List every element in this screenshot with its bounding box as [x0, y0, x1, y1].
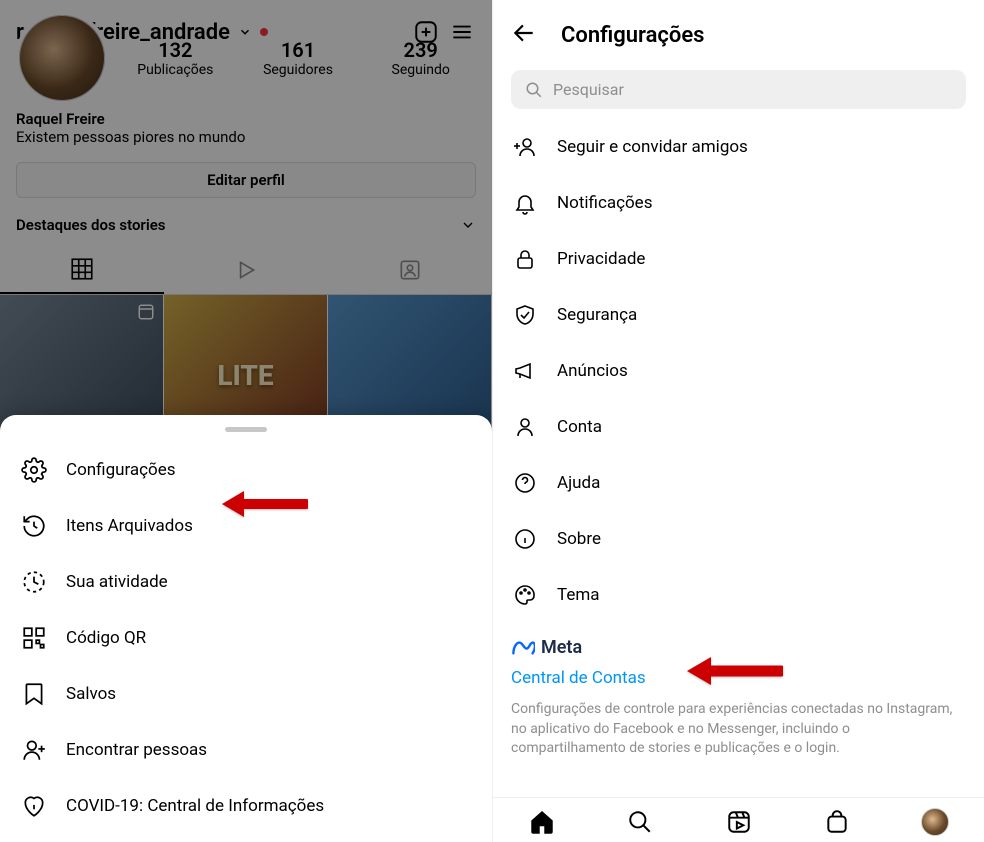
settings-item-seguir[interactable]: Seguir e convidar amigos [493, 119, 984, 175]
meta-section: Meta Central de Contas Configurações de … [493, 623, 984, 775]
sheet-item-label: Configurações [66, 460, 176, 480]
settings-item-label: Tema [557, 585, 600, 605]
bottom-navigation [493, 797, 984, 842]
settings-item-conta[interactable]: Conta [493, 399, 984, 455]
settings-item-seg[interactable]: Segurança [493, 287, 984, 343]
sheet-item-salvos[interactable]: Salvos [0, 666, 492, 722]
sheet-item-label: Salvos [66, 684, 116, 704]
settings-item-anuncios[interactable]: Anúncios [493, 343, 984, 399]
settings-item-label: Sobre [557, 529, 601, 549]
qr-icon [20, 624, 48, 652]
find-people-icon [20, 736, 48, 764]
sheet-item-covid[interactable]: COVID-19: Central de Informações [0, 778, 492, 834]
sheet-item-label: Sua atividade [66, 572, 168, 592]
activity-clock-icon [20, 568, 48, 596]
back-button[interactable] [511, 20, 537, 50]
settings-item-tema[interactable]: Tema [493, 567, 984, 623]
meta-logo: Meta [511, 637, 966, 658]
gear-icon [20, 456, 48, 484]
nav-search[interactable] [591, 808, 689, 836]
instagram-profile-screen: raquel_freire_andrade 132 Publicações 16… [0, 0, 492, 842]
person-icon [511, 413, 539, 441]
sheet-grabber[interactable] [225, 427, 267, 432]
info-heart-icon [20, 792, 48, 820]
settings-item-label: Segurança [557, 305, 637, 325]
add-person-icon [511, 133, 539, 161]
lock-icon [511, 245, 539, 273]
settings-item-ajuda[interactable]: Ajuda [493, 455, 984, 511]
settings-item-label: Seguir e convidar amigos [557, 137, 748, 157]
archive-clock-icon [20, 512, 48, 540]
nav-profile[interactable] [886, 808, 984, 836]
nav-shop[interactable] [788, 808, 886, 836]
instagram-settings-screen: Configurações Pesquisar Seguir e convida… [492, 0, 984, 842]
nav-home[interactable] [493, 808, 591, 836]
shield-icon [511, 301, 539, 329]
sheet-item-label: Encontrar pessoas [66, 740, 207, 760]
meta-description: Configurações de controle para experiênc… [511, 694, 966, 767]
sheet-item-configuracoes[interactable]: Configurações [0, 442, 492, 498]
sheet-item-codigo-qr[interactable]: Código QR [0, 610, 492, 666]
megaphone-icon [511, 357, 539, 385]
sheet-item-pessoas[interactable]: Encontrar pessoas [0, 722, 492, 778]
palette-icon [511, 581, 539, 609]
sheet-item-label: Itens Arquivados [66, 516, 193, 536]
bell-icon [511, 189, 539, 217]
settings-item-label: Ajuda [557, 473, 600, 493]
search-icon [525, 81, 543, 99]
settings-item-priv[interactable]: Privacidade [493, 231, 984, 287]
info-icon [511, 525, 539, 553]
central-de-contas-link[interactable]: Central de Contas [511, 658, 966, 694]
search-input[interactable]: Pesquisar [511, 70, 966, 109]
settings-header: Configurações [493, 0, 984, 64]
sheet-item-arquivados[interactable]: Itens Arquivados [0, 498, 492, 554]
nav-reels[interactable] [689, 808, 787, 836]
settings-item-label: Notificações [557, 193, 652, 213]
sheet-item-label: Código QR [66, 628, 146, 648]
settings-item-label: Conta [557, 417, 602, 437]
settings-item-label: Privacidade [557, 249, 645, 269]
menu-bottom-sheet: Configurações Itens Arquivados Sua ativi… [0, 415, 492, 842]
search-placeholder: Pesquisar [553, 80, 624, 99]
settings-list: Seguir e convidar amigos Notificações Pr… [493, 119, 984, 797]
sheet-item-atividade[interactable]: Sua atividade [0, 554, 492, 610]
page-title: Configurações [561, 23, 705, 48]
sheet-item-label: COVID-19: Central de Informações [66, 796, 324, 816]
settings-item-label: Anúncios [557, 361, 628, 381]
settings-item-sobre[interactable]: Sobre [493, 511, 984, 567]
help-icon [511, 469, 539, 497]
settings-item-notif[interactable]: Notificações [493, 175, 984, 231]
save-icon [20, 680, 48, 708]
